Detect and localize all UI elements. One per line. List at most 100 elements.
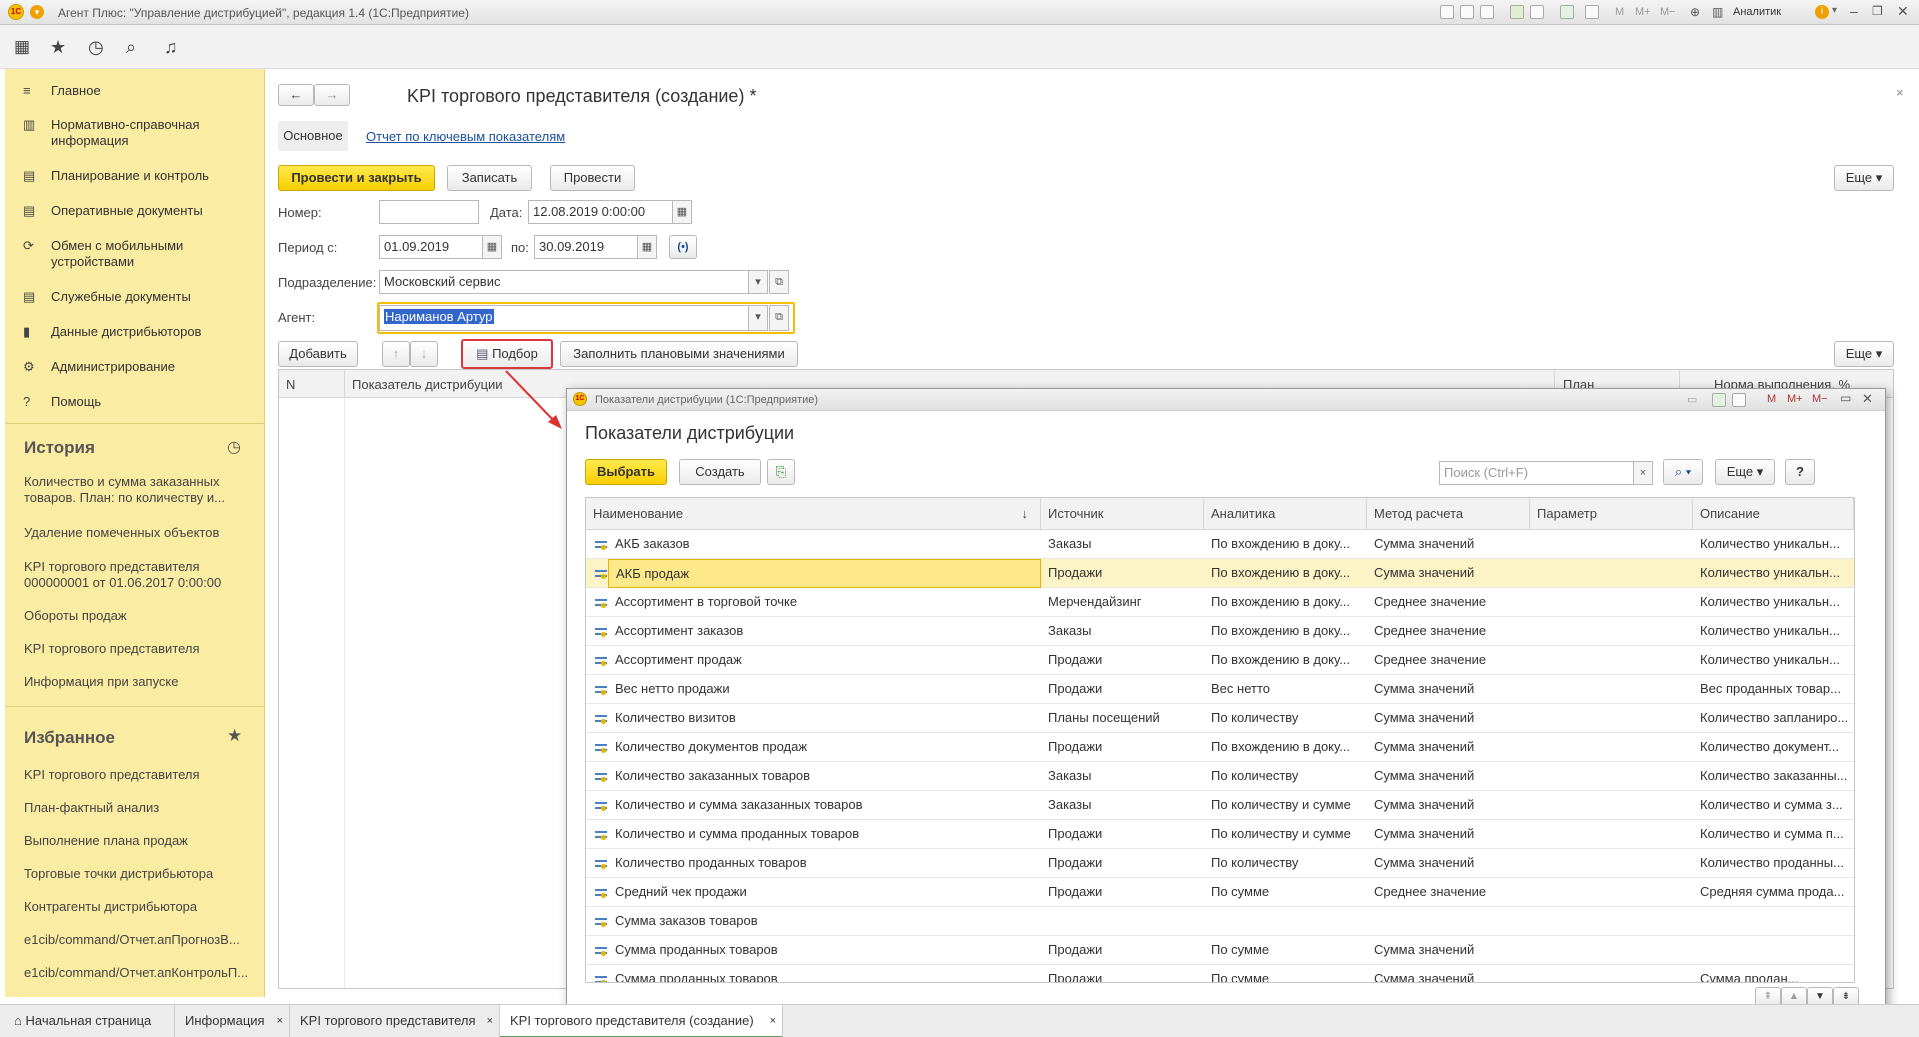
col-analytics[interactable]: Аналитика (1204, 498, 1367, 530)
move-up-button[interactable]: ↑ (382, 341, 410, 367)
info-icon[interactable]: i (1815, 5, 1829, 19)
user-name[interactable]: Аналитик (1733, 6, 1781, 18)
col-name[interactable]: Наименование ↓ (586, 498, 1041, 530)
favorites-item[interactable]: e1cib/command/Отчет.апКонтрольП... (24, 965, 259, 981)
calendar-icon[interactable]: ▦ (482, 235, 502, 259)
forward-button[interactable]: → (314, 84, 350, 106)
tab-home[interactable]: ⌂ Начальная страница (0, 1005, 175, 1037)
table-row[interactable]: Количество визитов Планы посещений По коли… (586, 704, 1854, 733)
table-row[interactable]: Сумма проданных товаров Продажи По сумме Су… (586, 965, 1854, 982)
m-minus-icon[interactable]: M− (1660, 6, 1676, 18)
clear-search-icon[interactable]: × (1633, 461, 1653, 485)
m-plus-icon[interactable]: M+ (1787, 393, 1803, 405)
m-icon[interactable]: M (1767, 393, 1776, 405)
history-item[interactable]: Обороты продаж (24, 608, 259, 624)
table-row[interactable]: Средний чек продажи Продажи По сумме Средне… (586, 878, 1854, 907)
spreadsheet-icon[interactable] (1712, 393, 1726, 407)
maximize-icon[interactable]: ▭ (1840, 391, 1851, 405)
close-form-icon[interactable]: × (1896, 85, 1904, 100)
history-item[interactable]: Удаление помеченных объектов (24, 525, 259, 541)
print-icon[interactable]: ▭ (1687, 393, 1697, 406)
fill-plan-button[interactable]: Заполнить плановыми значениями (560, 341, 798, 367)
table-row[interactable]: Количество заказанных товаров Заказы По ко… (586, 762, 1854, 791)
history-icon[interactable]: ◷ (88, 38, 104, 56)
dropdown-icon[interactable]: ▾ (1832, 5, 1837, 16)
search-icon[interactable]: ⌕ (126, 38, 136, 56)
department-field[interactable]: Московский сервис (379, 270, 749, 294)
history-icon[interactable]: ◷ (227, 437, 241, 457)
col-description[interactable]: Описание (1693, 498, 1854, 530)
post-and-close-button[interactable]: Провести и закрыть (278, 165, 435, 191)
favorites-item[interactable]: Контрагенты дистрибьютора (24, 899, 259, 915)
restore-icon[interactable]: ❐ (1872, 4, 1883, 18)
copy-icon[interactable]: ⎘ (767, 459, 795, 485)
minimize-icon[interactable]: – (1850, 3, 1858, 19)
search-input[interactable]: Поиск (Ctrl+F) (1439, 461, 1634, 485)
agent-field[interactable]: Нариманов Артур (379, 305, 749, 331)
m-icon[interactable]: M (1615, 6, 1624, 18)
favorites-star-icon[interactable]: ★ (50, 38, 66, 56)
more-button[interactable]: Еще ▾ (1834, 165, 1894, 191)
favorites-star-icon[interactable]: ★ (227, 726, 242, 746)
main-menu-icon[interactable]: ▾ (30, 5, 44, 19)
table-row[interactable]: Количество документов продаж Продажи По вх… (586, 733, 1854, 762)
tab-kpi-list[interactable]: KPI торгового представителя × (290, 1005, 500, 1037)
table-row[interactable]: Вес нетто продажи Продажи Вес нетто Сумма з… (586, 675, 1854, 704)
print-icon[interactable] (1460, 5, 1474, 19)
table-row[interactable]: Количество и сумма проданных товаров Прод… (586, 820, 1854, 849)
tab-report-link[interactable]: Отчет по ключевым показателям (366, 129, 565, 144)
popup-more-button[interactable]: Еще ▾ (1715, 459, 1775, 485)
open-icon[interactable]: ⧉ (769, 270, 789, 294)
dropdown-icon[interactable]: ▾ (748, 270, 768, 294)
col-method[interactable]: Метод расчета (1367, 498, 1530, 530)
open-icon[interactable]: ⧉ (769, 305, 789, 331)
history-item[interactable]: KPI торгового представителя 000000001 от… (24, 559, 259, 591)
table-row[interactable]: Ассортимент заказов Заказы По вхождению в … (586, 617, 1854, 646)
favorites-item[interactable]: Торговые точки дистрибьютора (24, 866, 259, 882)
table-row[interactable]: Сумма проданных товаров Продажи По сумме Су… (586, 936, 1854, 965)
calendar-icon[interactable] (1732, 393, 1746, 407)
history-item[interactable]: Информация при запуске (24, 674, 259, 690)
post-button[interactable]: Провести (550, 165, 635, 191)
favorites-item[interactable]: e1cib/command/Отчет.апПрогнозВ... (24, 932, 259, 948)
panels-icon[interactable]: ▥ (1712, 5, 1723, 19)
table-row[interactable]: Количество проданных товаров Продажи По ко… (586, 849, 1854, 878)
date-field[interactable]: 12.08.2019 0:00:00 (528, 200, 673, 224)
more-button[interactable]: Еще ▾ (1834, 341, 1894, 367)
help-button[interactable]: ? (1785, 459, 1815, 485)
period-picker-button[interactable]: (•) (669, 235, 697, 259)
link-icon[interactable] (1530, 5, 1544, 19)
bell-icon[interactable]: ♫ (164, 38, 178, 56)
history-item[interactable]: KPI торгового представителя (24, 641, 259, 657)
create-button[interactable]: Создать (679, 459, 761, 485)
move-down-button[interactable]: ↓ (410, 341, 438, 367)
table-row[interactable]: АКБ продаж Продажи По вхождению в доку... С… (586, 559, 1854, 588)
close-tab-icon[interactable]: × (770, 1005, 776, 1037)
tab-kpi-create[interactable]: KPI торгового представителя (создание) × (500, 1005, 783, 1037)
col-source[interactable]: Источник (1041, 498, 1204, 530)
back-button[interactable]: ← (278, 84, 314, 106)
spreadsheet-icon[interactable] (1560, 5, 1574, 19)
m-plus-icon[interactable]: M+ (1635, 6, 1651, 18)
tab-info[interactable]: Информация × (175, 1005, 290, 1037)
table-row[interactable]: Ассортимент в торговой точке Мерчендайзин… (586, 588, 1854, 617)
table-row[interactable]: Количество и сумма заказанных товаров Зак… (586, 791, 1854, 820)
upload-icon[interactable] (1510, 5, 1524, 19)
calendar-icon[interactable]: ▦ (637, 235, 657, 259)
select-button[interactable]: Выбрать (585, 459, 667, 485)
search-icon[interactable]: ⌕ ▾ (1663, 459, 1703, 485)
table-row[interactable]: АКБ заказов Заказы По вхождению в доку... С… (586, 530, 1854, 559)
period-from-field[interactable]: 01.09.2019 (379, 235, 483, 259)
close-tab-icon[interactable]: × (487, 1005, 493, 1037)
save-icon[interactable] (1440, 5, 1454, 19)
favorites-item[interactable]: Выполнение плана продаж (24, 833, 259, 849)
history-item[interactable]: Количество и сумма заказанных товаров. П… (24, 474, 259, 506)
m-minus-icon[interactable]: M− (1812, 393, 1828, 405)
dropdown-icon[interactable]: ▾ (748, 305, 768, 331)
number-field[interactable] (379, 200, 479, 224)
close-icon[interactable]: ✕ (1862, 391, 1873, 407)
doc-icon[interactable] (1480, 5, 1494, 19)
tab-main[interactable]: Основное (278, 121, 348, 151)
calendar-icon[interactable]: ▦ (672, 200, 692, 224)
col-parameter[interactable]: Параметр (1530, 498, 1693, 530)
